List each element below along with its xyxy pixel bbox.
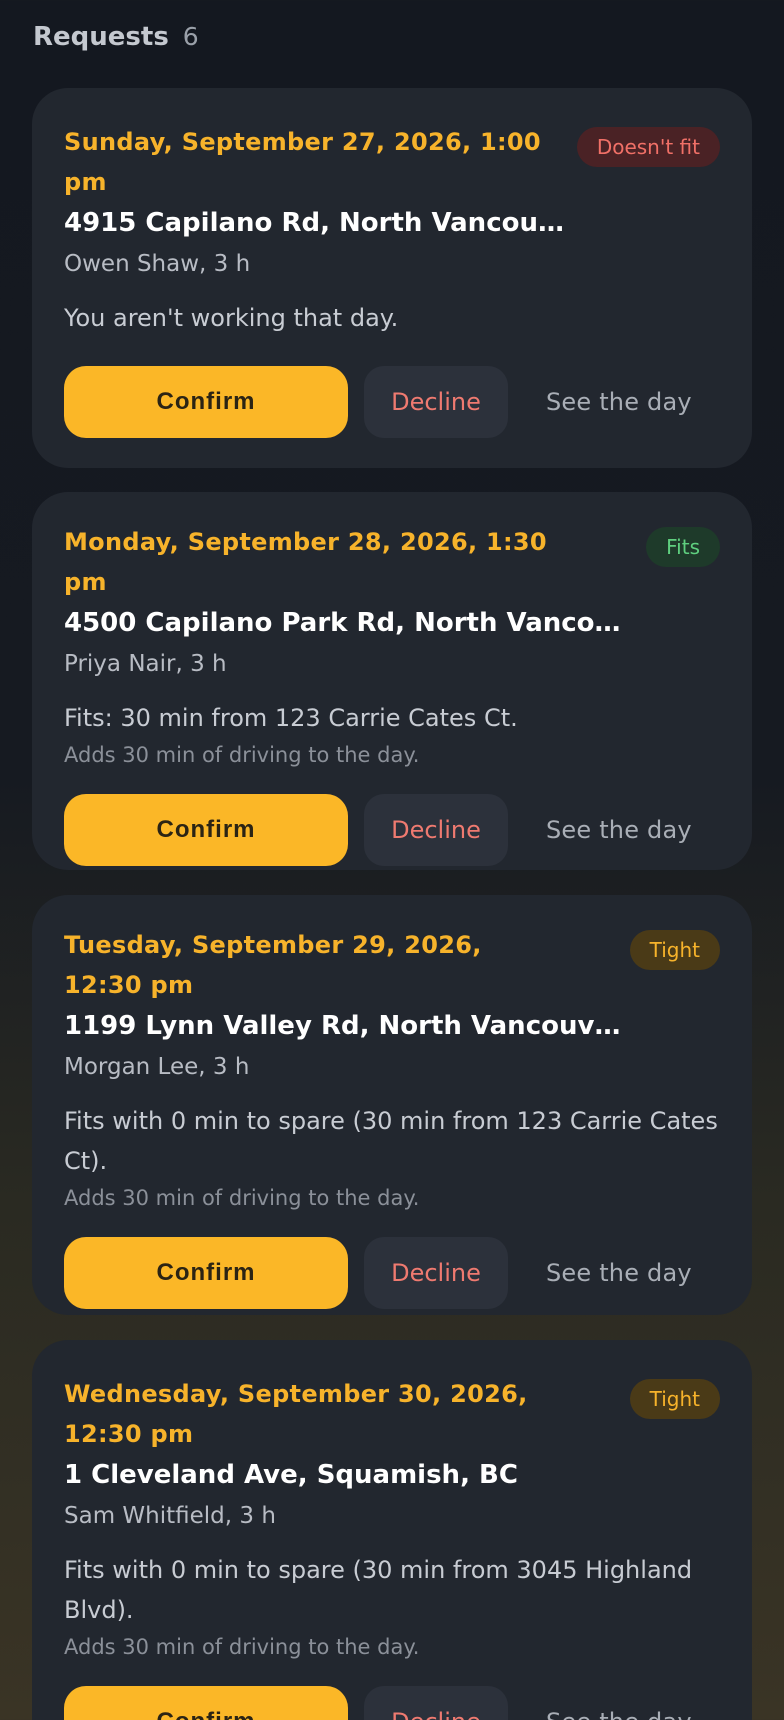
fit-description: You aren't working that day. xyxy=(64,304,399,332)
fit-description: Fits with 0 min to spare (30 min from 12… xyxy=(64,1107,718,1175)
confirm-button[interactable]: Confirm xyxy=(64,1237,348,1309)
see-the-day-link[interactable]: See the day xyxy=(546,1259,692,1287)
request-client: Sam Whitfield, 3 h xyxy=(64,1503,276,1529)
decline-button[interactable]: Decline xyxy=(364,366,508,438)
request-date: Tuesday, September 29, 2026, 12:30 pm xyxy=(64,931,482,999)
request-date: Wednesday, September 30, 2026, 12:30 pm xyxy=(64,1380,528,1448)
request-address: 1 Cleveland Ave, Squamish, BC xyxy=(64,1460,518,1490)
confirm-button[interactable]: Confirm xyxy=(64,366,348,438)
request-address: 4915 Capilano Rd, North Vancou… xyxy=(64,208,564,238)
decline-button[interactable]: Decline xyxy=(364,1237,508,1309)
request-card: Tuesday, September 29, 2026, 12:30 pm Ti… xyxy=(32,895,752,1315)
request-card: Sunday, September 27, 2026, 1:00 pm Does… xyxy=(32,88,752,468)
decline-button[interactable]: Decline xyxy=(364,794,508,866)
status-badge: Fits xyxy=(646,527,720,567)
request-actions: Confirm Decline See the day xyxy=(64,1237,720,1309)
status-badge: Tight xyxy=(629,1379,720,1419)
driving-note: Adds 30 min of driving to the day. xyxy=(64,1635,420,1659)
see-the-day-link[interactable]: See the day xyxy=(546,388,692,416)
request-card-header: Wednesday, September 30, 2026, 12:30 pm … xyxy=(64,1374,720,1454)
request-card: Wednesday, September 30, 2026, 12:30 pm … xyxy=(32,1340,752,1720)
fit-description: Fits with 0 min to spare (30 min from 30… xyxy=(64,1556,693,1624)
status-badge: Doesn't fit xyxy=(576,127,720,167)
decline-button[interactable]: Decline xyxy=(364,1686,508,1720)
status-badge: Tight xyxy=(629,930,720,970)
requests-header: Requests 6 xyxy=(33,22,199,52)
see-the-day-link[interactable]: See the day xyxy=(546,1708,692,1720)
request-card: Monday, September 28, 2026, 1:30 pm Fits… xyxy=(32,492,752,870)
request-client: Owen Shaw, 3 h xyxy=(64,251,251,277)
requests-count: 6 xyxy=(182,22,199,51)
confirm-button[interactable]: Confirm xyxy=(64,1686,348,1720)
request-actions: Confirm Decline See the day xyxy=(64,794,720,866)
request-actions: Confirm Decline See the day xyxy=(64,366,720,438)
page-title: Requests xyxy=(33,22,169,52)
fit-description: Fits: 30 min from 123 Carrie Cates Ct. xyxy=(64,704,518,732)
request-address: 1199 Lynn Valley Rd, North Vancouve… xyxy=(64,1011,624,1041)
see-the-day-link[interactable]: See the day xyxy=(546,816,692,844)
request-card-header: Tuesday, September 29, 2026, 12:30 pm Ti… xyxy=(64,925,720,1005)
request-date: Monday, September 28, 2026, 1:30 pm xyxy=(64,528,547,596)
confirm-button[interactable]: Confirm xyxy=(64,794,348,866)
request-client: Priya Nair, 3 h xyxy=(64,651,227,677)
request-address: 4500 Capilano Park Rd, North Vancou… xyxy=(64,608,624,638)
request-client: Morgan Lee, 3 h xyxy=(64,1054,250,1080)
driving-note: Adds 30 min of driving to the day. xyxy=(64,743,420,767)
request-card-header: Monday, September 28, 2026, 1:30 pm Fits xyxy=(64,522,720,602)
request-actions: Confirm Decline See the day xyxy=(64,1686,720,1720)
driving-note: Adds 30 min of driving to the day. xyxy=(64,1186,420,1210)
request-card-header: Sunday, September 27, 2026, 1:00 pm Does… xyxy=(64,122,720,202)
